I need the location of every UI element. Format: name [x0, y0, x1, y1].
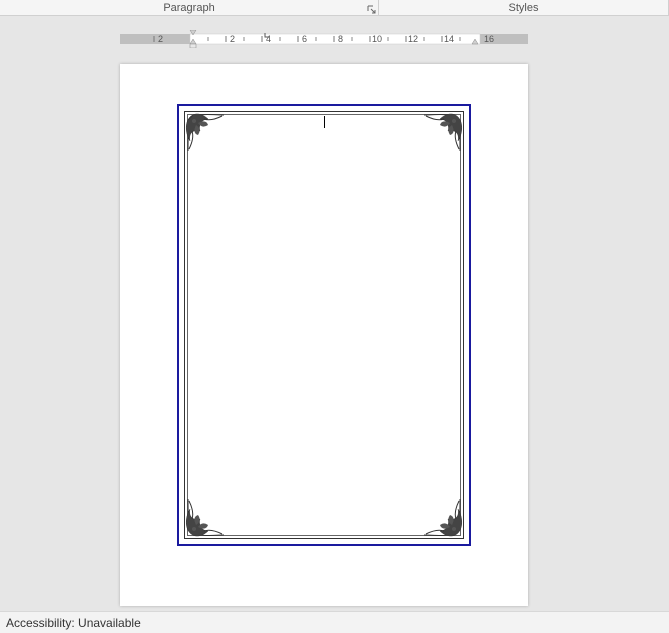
- accessibility-label: Accessibility:: [6, 616, 75, 630]
- ornate-frame: [184, 111, 464, 539]
- svg-text:12: 12: [408, 34, 418, 44]
- accessibility-status[interactable]: Accessibility: Unavailable: [6, 616, 141, 630]
- svg-text:14: 14: [444, 34, 454, 44]
- svg-text:2: 2: [230, 34, 235, 44]
- text-cursor: [324, 116, 325, 128]
- ribbon-group-styles: Styles: [379, 0, 669, 15]
- ribbon-group-row: Paragraph Styles: [0, 0, 669, 16]
- ribbon-group-styles-label: Styles: [509, 2, 539, 14]
- ornament-corner-icon: [420, 495, 464, 539]
- page-border-shape[interactable]: [177, 104, 471, 546]
- svg-text:10: 10: [372, 34, 382, 44]
- document-page[interactable]: [120, 64, 528, 606]
- svg-text:2: 2: [158, 34, 163, 44]
- svg-text:6: 6: [302, 34, 307, 44]
- paragraph-dialog-launcher[interactable]: [366, 4, 376, 14]
- svg-text:8: 8: [338, 34, 343, 44]
- ribbon-group-paragraph-label: Paragraph: [163, 2, 214, 14]
- ornament-corner-icon: [184, 111, 228, 155]
- svg-text:16: 16: [484, 34, 494, 44]
- ribbon-group-paragraph: Paragraph: [0, 0, 379, 15]
- status-bar: Accessibility: Unavailable: [0, 611, 669, 633]
- left-indent-box: [190, 44, 196, 48]
- document-edit-area[interactable]: 2 2 4 6 8 10 12 14 16: [0, 16, 669, 611]
- ornament-corner-icon: [184, 495, 228, 539]
- ornament-corner-icon: [420, 111, 464, 155]
- svg-text:4: 4: [266, 34, 271, 44]
- horizontal-ruler[interactable]: 2 2 4 6 8 10 12 14 16: [120, 30, 528, 48]
- accessibility-value: Unavailable: [78, 616, 141, 630]
